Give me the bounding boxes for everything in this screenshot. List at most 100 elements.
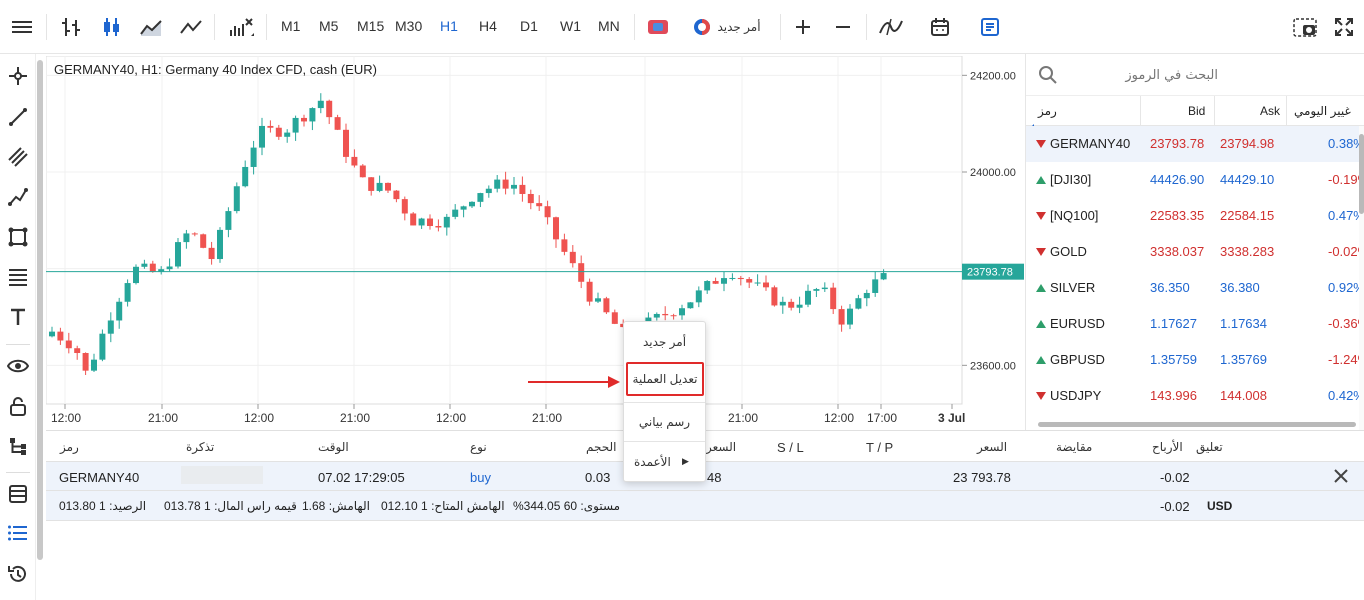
- candle-body: [65, 340, 72, 349]
- candle-body: [880, 273, 887, 280]
- polyline-icon[interactable]: [6, 185, 30, 209]
- ctx-chart[interactable]: رسم بياني: [624, 406, 705, 438]
- market-watch-hscroll[interactable]: [1038, 422, 1356, 427]
- summary-free-margin: الهامش المتاح: 1 012.10: [381, 499, 505, 513]
- pos-col-swap[interactable]: مقايضة: [1056, 440, 1092, 454]
- indicators-icon[interactable]: [878, 10, 904, 44]
- new-order-button[interactable]: أمر جديد: [690, 10, 764, 44]
- bar-chart-icon[interactable]: [58, 10, 84, 44]
- market-watch-row[interactable]: [NQ100] 22583.35 22584.15 0.47%: [1026, 198, 1359, 234]
- pos-col-comment[interactable]: تعليق: [1196, 440, 1223, 454]
- col-ask[interactable]: Ask: [1260, 104, 1280, 118]
- fibonacci-icon[interactable]: [6, 265, 30, 289]
- candle-body: [788, 301, 795, 308]
- market-watch-header: رمز Bid Ask غيير اليومي: [1026, 96, 1364, 132]
- zoom-out-icon[interactable]: [832, 10, 854, 44]
- price-chart[interactable]: 24200.00 24000.00 23600.00 23793.78 12:00 21:…: [46, 56, 1024, 428]
- mw-ask: 3338.283: [1220, 244, 1275, 259]
- pos-col-tp[interactable]: T / P: [866, 440, 893, 455]
- fullscreen-icon[interactable]: [1332, 10, 1356, 44]
- calendar-icon[interactable]: [928, 10, 952, 44]
- market-watch-scroll-thumb[interactable]: [1359, 134, 1364, 214]
- pos-col-open-price[interactable]: السعر: [706, 440, 736, 454]
- area-chart-icon[interactable]: [138, 10, 164, 44]
- candle-body: [611, 312, 618, 324]
- volume-icon[interactable]: [226, 10, 256, 44]
- one-click-trading-icon[interactable]: [646, 10, 670, 44]
- crosshair-icon[interactable]: [6, 64, 30, 88]
- market-watch-row[interactable]: SILVER 36.350 36.380 0.92%: [1026, 270, 1359, 306]
- timeframe-h4[interactable]: H4: [479, 18, 497, 34]
- market-watch-row[interactable]: GBPUSD 1.35759 1.35769 -1.24%: [1026, 342, 1359, 378]
- line-chart-icon[interactable]: [178, 10, 204, 44]
- symbol-search-input[interactable]: [1068, 63, 1218, 87]
- screenshot-icon[interactable]: [1292, 10, 1318, 44]
- symbol-search-box[interactable]: [1026, 54, 1364, 96]
- trendline-icon[interactable]: [6, 105, 30, 129]
- timeframe-h1[interactable]: H1: [440, 18, 458, 34]
- sidebar-scrollbar[interactable]: [37, 60, 43, 560]
- market-watch-row[interactable]: EURUSD 1.17627 1.17634 -0.36%: [1026, 306, 1359, 342]
- market-watch-row[interactable]: GERMANY40 23793.78 23794.98 0.38%: [1026, 126, 1359, 162]
- search-icon: [1039, 66, 1057, 84]
- history-icon[interactable]: [6, 562, 30, 586]
- mw-symbol: EURUSD: [1050, 316, 1105, 331]
- col-symbol[interactable]: رمز: [1038, 104, 1057, 118]
- positions-panel-icon[interactable]: [978, 10, 1002, 44]
- mw-ask: 44429.10: [1220, 172, 1275, 187]
- timeframe-m1[interactable]: M1: [281, 18, 300, 34]
- candle-body: [359, 165, 366, 178]
- market-watch-row[interactable]: GOLD 3338.037 3338.283 -0.02%: [1026, 234, 1359, 270]
- col-bid[interactable]: Bid: [1188, 104, 1205, 118]
- market-watch-row[interactable]: USDJPY 143.996 144.008 0.42%: [1026, 378, 1359, 414]
- candlestick-icon[interactable]: [98, 10, 124, 44]
- eye-icon[interactable]: [6, 354, 30, 378]
- timeframe-m15[interactable]: M15: [357, 18, 384, 34]
- pos-col-symbol[interactable]: رمز: [60, 440, 79, 454]
- summary-currency: USD: [1207, 499, 1233, 513]
- lock-icon[interactable]: [6, 394, 30, 418]
- pos-col-price[interactable]: السعر: [977, 440, 1007, 454]
- timeframe-w1[interactable]: W1: [560, 18, 581, 34]
- position-volume: 0.03: [585, 470, 611, 485]
- object-tree-icon[interactable]: [6, 434, 30, 458]
- price-axis-label: 24200.00: [970, 70, 1016, 82]
- candle-body: [872, 279, 879, 293]
- candle-body: [242, 166, 249, 187]
- ctx-columns[interactable]: الأعمدة ▶: [624, 446, 705, 478]
- candle-body: [208, 247, 215, 260]
- menu-icon[interactable]: [8, 10, 36, 44]
- mw-change: 0.92%: [1328, 280, 1359, 295]
- timeframe-mn[interactable]: MN: [598, 18, 620, 34]
- channel-icon[interactable]: [6, 145, 30, 169]
- candle-body: [74, 348, 81, 354]
- pos-col-volume[interactable]: الحجم: [586, 440, 616, 454]
- submenu-arrow-icon: ▶: [682, 456, 689, 466]
- context-menu: أمر جديد تعديل العملية رسم بياني الأعمدة…: [623, 321, 706, 482]
- col-daily-change[interactable]: غيير اليومي: [1294, 104, 1351, 118]
- pos-col-profit[interactable]: الأرباح: [1152, 440, 1183, 454]
- new-order-label: أمر جديد: [717, 20, 761, 34]
- candle-body: [553, 217, 559, 240]
- pos-col-sl[interactable]: S / L: [777, 440, 804, 455]
- candle-body: [578, 263, 585, 282]
- shapes-icon[interactable]: [6, 225, 30, 249]
- pos-col-ticket[interactable]: تذكرة: [186, 440, 214, 454]
- timeframe-d1[interactable]: D1: [520, 18, 538, 34]
- close-position-icon[interactable]: [1334, 469, 1348, 483]
- trade-list-icon[interactable]: [6, 522, 30, 546]
- zoom-in-icon[interactable]: [792, 10, 814, 44]
- ctx-modify-position[interactable]: تعديل العملية: [626, 362, 704, 396]
- candle-body: [771, 287, 778, 306]
- pos-col-type[interactable]: نوع: [470, 440, 487, 454]
- candle-body: [292, 117, 299, 133]
- timeframe-m5[interactable]: M5: [319, 18, 338, 34]
- ctx-new-order[interactable]: أمر جديد: [624, 326, 705, 358]
- candle-body: [393, 190, 400, 200]
- pos-col-time[interactable]: الوقت: [318, 440, 349, 454]
- timeframe-m30[interactable]: M30: [395, 18, 422, 34]
- text-icon[interactable]: [6, 305, 30, 329]
- database-icon[interactable]: [6, 482, 30, 506]
- market-watch-row[interactable]: [DJI30] 44426.90 44429.10 -0.19%: [1026, 162, 1359, 198]
- mw-bid: 23793.78: [1150, 136, 1205, 151]
